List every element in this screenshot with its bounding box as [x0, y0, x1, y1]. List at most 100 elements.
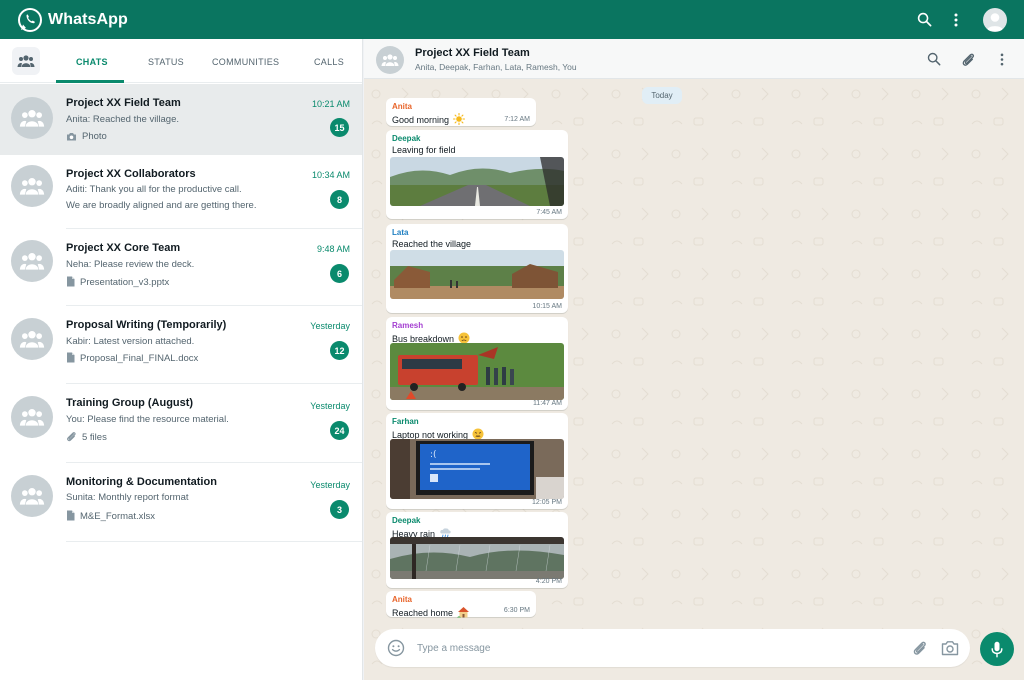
chat-list-item[interactable]: Project XX Field Team 10:21 AM Anita: Re…: [0, 84, 362, 155]
chat-preview: Kabir: Latest version attached.: [66, 336, 195, 347]
message-input[interactable]: [417, 638, 897, 658]
chat-list-item[interactable]: Training Group (August) Yesterday You: P…: [0, 384, 362, 463]
house-emoji-icon: [457, 607, 470, 618]
chat-preview: Sunita: Monthly report format: [66, 492, 189, 503]
group-avatar: [11, 318, 53, 360]
road-photo[interactable]: [390, 157, 564, 206]
message-bubble[interactable]: Deepak Heavy rain 4:20 PM: [386, 512, 568, 588]
group-avatar[interactable]: [376, 46, 404, 74]
chat-list-item[interactable]: Project XX Collaborators 10:34 AM Aditi:…: [0, 155, 362, 229]
camera-icon[interactable]: [941, 640, 959, 656]
chat-title: Project XX Collaborators: [66, 168, 196, 180]
conversation-title: Project XX Field Team: [415, 47, 530, 59]
brand: WhatsApp: [17, 7, 128, 33]
message-sender: Deepak: [392, 516, 421, 525]
search-icon[interactable]: [926, 51, 942, 67]
rain-photo[interactable]: [390, 537, 564, 579]
chat-attachment-text: Proposal_Final_FINAL.docx: [80, 353, 199, 364]
group-avatar: [11, 165, 53, 207]
profile-avatar[interactable]: [983, 7, 1007, 32]
active-tab-indicator: [56, 80, 124, 83]
unread-badge: 8: [330, 190, 349, 209]
chat-preview: Aditi: Thank you all for the productive …: [66, 184, 242, 195]
message-text: Reached home: [392, 608, 454, 618]
document-icon: [67, 510, 75, 521]
sun-emoji-icon: [453, 113, 466, 125]
message-time: 4:20 PM: [535, 578, 562, 585]
group-avatar: [11, 97, 53, 139]
message-text: Reached the village: [392, 239, 472, 249]
chat-attachment-line: M&E_Format.xlsx: [66, 510, 155, 522]
chat-preview-second-line: We are broadly aligned and are getting t…: [66, 200, 257, 211]
bus-photo[interactable]: [390, 343, 564, 400]
date-divider: Today: [642, 87, 682, 104]
message-sender: Anita: [392, 102, 412, 111]
message-sender: Farhan: [392, 417, 419, 426]
group-avatar: [11, 396, 53, 438]
message-time: 7:45 AM: [536, 209, 562, 216]
chat-attachment-text: Photo: [82, 131, 107, 142]
message-bubble[interactable]: Ramesh Bus breakdown 11:47 AM: [386, 317, 568, 410]
search-icon[interactable]: [915, 11, 933, 29]
tab-calls[interactable]: CALLS: [314, 57, 344, 67]
chat-attachment-line: Presentation_v3.pptx: [66, 276, 169, 288]
paperclip-icon: [67, 432, 76, 442]
conversation-panel: Project XX Field Team Anita, Deepak, Far…: [364, 39, 1024, 680]
conversation-header[interactable]: Project XX Field Team Anita, Deepak, Far…: [364, 39, 1024, 79]
chat-list-panel: CHATS STATUS COMMUNITIES CALLS Project X…: [0, 39, 363, 680]
chat-attachment-text: 5 files: [82, 432, 107, 443]
message-time: 12:05 PM: [532, 499, 562, 506]
camera-icon: [67, 133, 76, 141]
message-time: 11:47 AM: [532, 400, 562, 407]
tab-chats[interactable]: CHATS: [76, 57, 108, 67]
divider: [66, 541, 362, 542]
message-bubble[interactable]: Lata Reached the village 10:15 AM: [386, 224, 568, 313]
chat-list-item[interactable]: Proposal Writing (Temporarily) Yesterday…: [0, 306, 362, 384]
message-sender: Deepak: [392, 134, 421, 143]
attach-icon[interactable]: [912, 640, 928, 656]
chat-attachment-text: M&E_Format.xlsx: [80, 511, 155, 522]
more-options-icon[interactable]: [947, 11, 965, 29]
voice-message-button[interactable]: [980, 632, 1014, 666]
chat-preview: Anita: Reached the village.: [66, 114, 180, 125]
village-photo[interactable]: [390, 250, 564, 299]
laptop-photo[interactable]: :(: [390, 439, 564, 499]
message-text: Leaving for field: [392, 145, 456, 155]
chat-attachment-text: Presentation_v3.pptx: [80, 277, 170, 288]
chat-title: Proposal Writing (Temporarily): [66, 319, 227, 331]
top-bar: WhatsApp: [0, 0, 1024, 39]
chat-time: Yesterday: [310, 401, 350, 411]
chat-list-item[interactable]: Project XX Core Team 9:48 AM Neha: Pleas…: [0, 229, 362, 306]
paperclip-icon[interactable]: [960, 51, 976, 67]
community-icon[interactable]: [12, 46, 40, 75]
chat-time: 10:21 AM: [311, 99, 350, 109]
message-composer: [375, 629, 970, 667]
chat-time: Yesterday: [310, 480, 350, 490]
message-bubble[interactable]: Farhan Laptop not working :( 12:05 PM: [386, 413, 568, 509]
message-sender: Anita: [392, 595, 412, 604]
chat-time: Yesterday: [310, 321, 350, 331]
document-icon: [67, 276, 75, 287]
emoji-icon[interactable]: [387, 639, 405, 657]
message-text: Good morning: [392, 115, 450, 125]
unread-badge: 6: [330, 264, 349, 283]
chat-attachment-line: 5 files: [66, 431, 107, 443]
tab-status[interactable]: STATUS: [148, 57, 184, 67]
microphone-icon: [991, 641, 1003, 658]
chat-preview: Neha: Please review the deck.: [66, 259, 195, 270]
chat-list-item[interactable]: Monitoring & Documentation Yesterday Sun…: [0, 463, 362, 542]
unread-badge: 12: [330, 341, 349, 360]
unread-badge: 24: [330, 421, 349, 440]
message-bubble[interactable]: Anita Good morning 7:12 AM: [386, 98, 536, 126]
chat-title: Monitoring & Documentation: [66, 476, 217, 488]
unread-badge: 3: [330, 500, 349, 519]
message-bubble[interactable]: Deepak Leaving for field 7:45 AM: [386, 130, 568, 219]
message-bubble[interactable]: Anita Reached home 6:30 PM: [386, 591, 536, 618]
tab-bar: CHATS STATUS COMMUNITIES CALLS: [0, 39, 362, 83]
chat-title: Project XX Field Team: [66, 97, 181, 109]
more-options-icon[interactable]: [994, 51, 1010, 67]
document-icon: [67, 352, 75, 363]
conversation-members: Anita, Deepak, Farhan, Lata, Ramesh, You: [415, 62, 577, 72]
chat-time: 9:48 AM: [316, 244, 350, 254]
tab-communities[interactable]: COMMUNITIES: [212, 57, 279, 67]
